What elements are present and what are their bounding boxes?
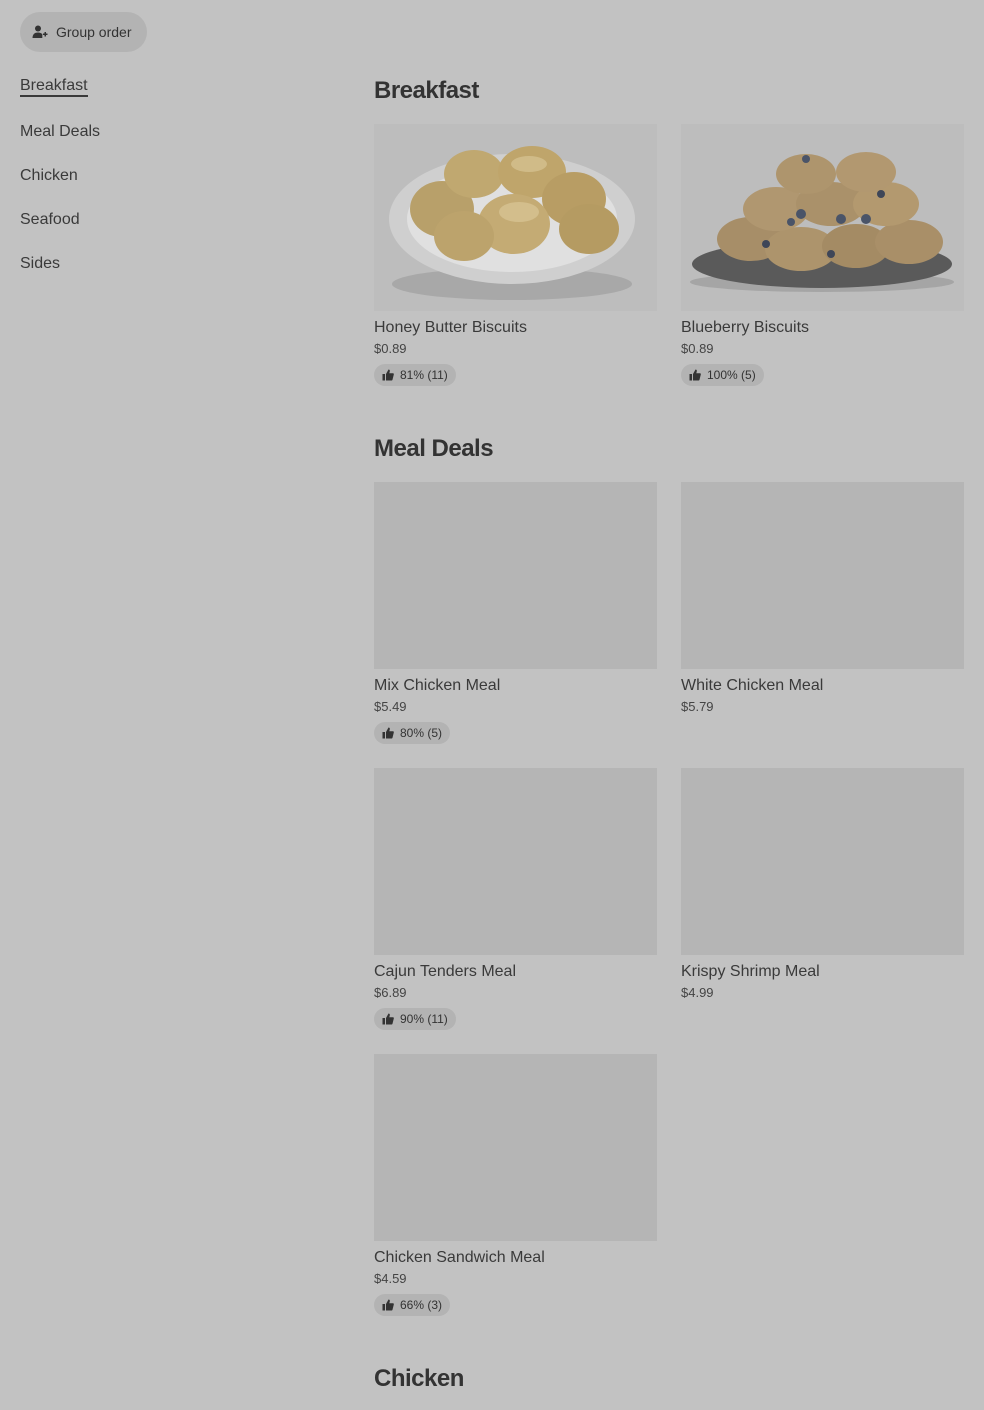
menu-item-price: $5.49 [374,699,407,714]
rating-text: 66% (3) [400,1298,443,1312]
section-title-meal-deals: Meal Deals [374,435,494,462]
nav-item-meal-deals[interactable]: Meal Deals [20,120,320,164]
thumbs-up-icon [689,369,701,381]
rating-badge: 81% (11) [374,364,456,386]
nav-item-chicken[interactable]: Chicken [20,164,320,208]
rating-badge: 80% (5) [374,722,451,744]
blueberry-biscuits-photo [681,124,964,311]
honey-butter-biscuits-photo [374,124,657,311]
nav-item-label: Chicken [20,167,78,184]
menu-item-card[interactable]: Blueberry Biscuits $0.89 100% (5) [681,124,964,386]
rating-text: 81% (11) [400,368,448,382]
section-title-breakfast: Breakfast [374,77,479,104]
nav-item-breakfast[interactable]: Breakfast [20,74,320,120]
menu-item-price: $4.99 [681,985,714,1000]
menu-item-name: Blueberry Biscuits [681,319,810,336]
group-order-button[interactable]: Group order [20,12,148,52]
section-title-chicken: Chicken [374,1365,464,1392]
menu-item-price: $6.89 [374,985,407,1000]
image-placeholder [374,482,657,669]
thumbs-up-icon [382,1013,394,1025]
nav-item-label: Seafood [20,211,80,228]
menu-item-name: Honey Butter Biscuits [374,319,527,336]
person-add-icon [32,24,48,40]
group-order-label: Group order [56,24,132,40]
menu-item-card[interactable]: Cajun Tenders Meal $6.89 90% (11) [374,768,657,1030]
nav-item-label: Sides [20,255,61,272]
menu-item-card[interactable]: Honey Butter Biscuits $0.89 81% (11) [374,124,657,386]
category-nav: Breakfast Meal Deals Chicken Seafood Sid… [20,74,320,296]
nav-item-label: Breakfast [20,77,88,97]
menu-item-name: White Chicken Meal [681,677,824,694]
rating-badge: 66% (3) [374,1294,451,1316]
menu-item-price: $4.59 [374,1271,407,1286]
menu-item-name: Cajun Tenders Meal [374,963,517,980]
nav-item-seafood[interactable]: Seafood [20,208,320,252]
thumbs-up-icon [382,1299,394,1311]
menu-item-card[interactable]: White Chicken Meal $5.79 [681,482,964,715]
thumbs-up-icon [382,369,394,381]
menu-item-price: $0.89 [681,341,714,356]
rating-badge: 90% (11) [374,1008,456,1030]
rating-text: 80% (5) [400,726,443,740]
nav-item-sides[interactable]: Sides [20,252,320,296]
menu-item-name: Krispy Shrimp Meal [681,963,820,980]
image-placeholder [374,768,657,955]
rating-text: 100% (5) [707,368,756,382]
menu-item-card[interactable]: Krispy Shrimp Meal $4.99 [681,768,964,1001]
image-placeholder [374,1054,657,1241]
menu-item-name: Mix Chicken Meal [374,677,501,694]
menu-item-card[interactable]: Mix Chicken Meal $5.49 80% (5) [374,482,657,744]
rating-badge: 100% (5) [681,364,764,386]
rating-text: 90% (11) [400,1012,448,1026]
menu-item-card[interactable]: Chicken Sandwich Meal $4.59 66% (3) [374,1054,657,1316]
image-placeholder [681,482,964,669]
menu-item-price: $5.79 [681,699,714,714]
menu-item-price: $0.89 [374,341,407,356]
image-placeholder [681,768,964,955]
menu-item-name: Chicken Sandwich Meal [374,1249,545,1266]
thumbs-up-icon [382,727,394,739]
nav-item-label: Meal Deals [20,123,101,140]
